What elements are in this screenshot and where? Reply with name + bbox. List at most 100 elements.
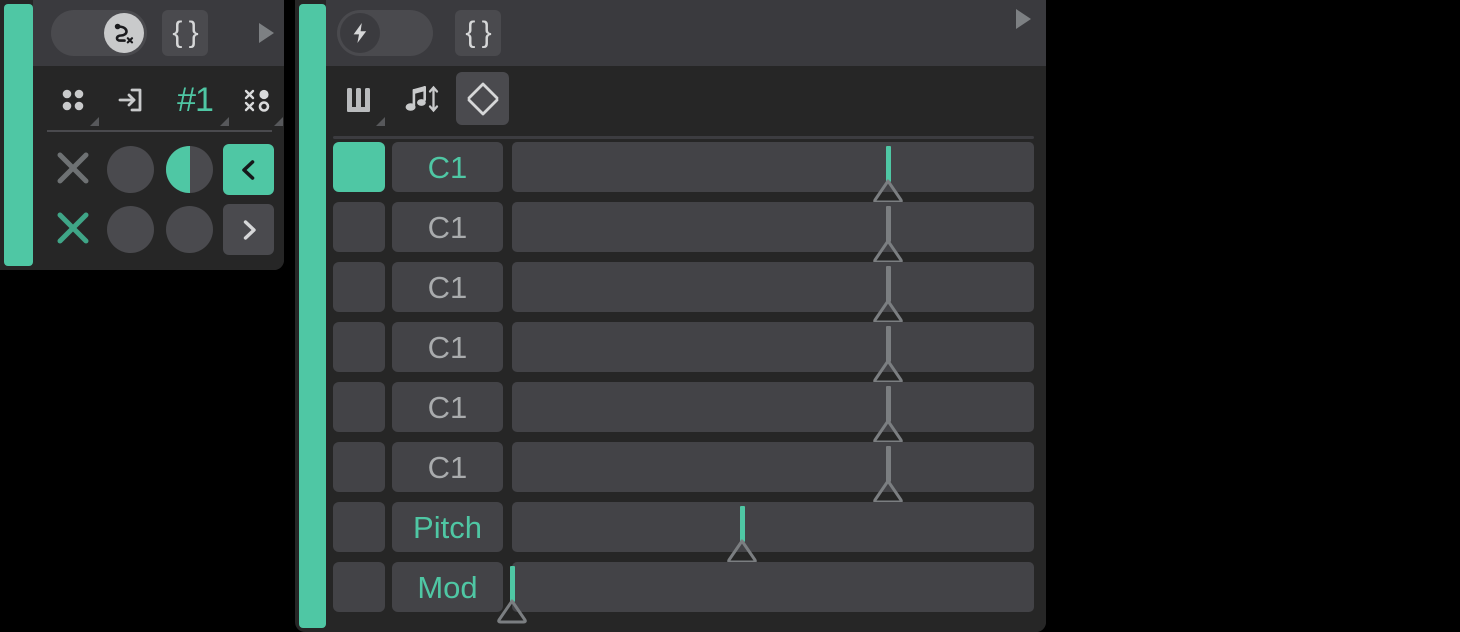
row-slider-track[interactable] [512,322,1034,384]
row-select-swatch[interactable] [333,202,385,252]
knob-empty-3[interactable] [166,206,213,253]
slider-stem [885,386,891,422]
toolbar-divider [47,130,272,132]
clear-x-button-2[interactable] [45,200,101,256]
menu-corner-triangle [90,117,99,126]
row-label[interactable]: C1 [392,262,503,312]
knob-half-filled[interactable] [166,146,213,193]
knob-empty-1[interactable] [107,146,154,193]
row-slider-handle[interactable] [871,442,905,504]
menu-corner-triangle [220,117,229,126]
app-root: { } #1 {} C1 C1 C1 C1 C1 C1 Pitch Mod [0,0,1460,632]
slider-triangle-icon [873,179,903,204]
matrix-row: C1 [326,202,1046,264]
slider-stem [510,566,515,602]
curly-braces-button-right[interactable]: { } [455,10,501,56]
route-off-icon [104,13,144,53]
row-slider-track[interactable] [512,442,1034,504]
curly-braces-button-left[interactable]: { } [162,10,208,56]
row-label[interactable]: Pitch [392,502,503,552]
row-slider-handle[interactable] [495,562,529,624]
row-slider-track[interactable] [512,262,1034,324]
curly-braces-icon: { } [465,16,491,49]
note-updown-button[interactable] [392,74,450,126]
note-updown-icon [405,85,439,113]
slider-triangle-icon [873,239,903,264]
slider-stem [885,326,891,362]
row-select-swatch[interactable] [333,442,385,492]
slider-stem [885,266,891,302]
matrix-row: Mod [326,562,1046,624]
channel-number-button[interactable]: #1 [163,74,229,126]
row-slider-handle[interactable] [871,322,905,384]
row-label[interactable]: C1 [392,322,503,372]
mod-matrix-toolbar [326,66,1046,132]
matrix-row: C1 [326,262,1046,324]
mixed-dots-cross-button[interactable] [231,74,283,126]
slider-triangle-icon [497,599,527,624]
knob-empty-2[interactable] [107,206,154,253]
routing-panel-header: { } [33,0,284,66]
row-slider-track[interactable] [512,142,1034,204]
chevron-left-icon [241,159,254,180]
menu-corner-triangle [376,117,385,126]
row-select-swatch[interactable] [333,382,385,432]
slider-stem [885,446,891,482]
row-slider-track[interactable] [512,382,1034,444]
routing-panel: { } #1 [0,0,284,270]
row-label[interactable]: C1 [392,142,503,192]
row-slider-handle[interactable] [871,262,905,324]
chevron-right-icon [243,219,256,240]
enter-arrow-button[interactable] [105,74,157,126]
lightning-bolt-icon [340,13,380,53]
row-slider-handle[interactable] [871,382,905,444]
row-slider-handle[interactable] [871,202,905,264]
menu-corner-triangle [274,117,283,126]
matrix-row: C1 [326,322,1046,384]
row-list-top-rule [333,136,1034,139]
row-select-swatch[interactable] [333,322,385,372]
row-slider-track[interactable] [497,562,1034,624]
row-slider-track[interactable] [512,502,1034,564]
panel-accent-rail [299,4,326,628]
mod-matrix-panel: { } C1 C1 C1 C1 C1 C1 Pitch Mod [295,0,1046,632]
play-triangle-icon-right[interactable] [1016,9,1031,29]
slider-triangle-icon [873,419,903,444]
slider-stem [739,506,745,542]
row-select-swatch[interactable] [333,502,385,552]
mod-matrix-row-list: C1 C1 C1 C1 C1 C1 Pitch Mod [326,132,1046,632]
matrix-row: C1 [326,142,1046,204]
row-slider-handle[interactable] [871,142,905,204]
slider-triangle-icon [873,359,903,384]
row-select-swatch[interactable] [333,562,385,612]
row-slider-handle[interactable] [725,502,759,564]
next-button[interactable] [223,204,274,255]
row-label[interactable]: Mod [392,562,503,612]
piano-keys-icon [347,88,370,112]
slider-triangle-icon [873,479,903,504]
play-triangle-icon-left[interactable] [259,23,274,43]
row-label[interactable]: C1 [392,382,503,432]
piano-keys-button[interactable] [333,74,387,126]
matrix-row: Pitch [326,502,1046,564]
row-select-swatch[interactable] [333,142,385,192]
row-slider-track[interactable] [512,202,1034,264]
slider-triangle-icon [726,539,757,564]
prev-button[interactable] [223,144,274,195]
row-label[interactable]: C1 [392,442,503,492]
chevron-updown-diamond-icon [467,82,498,115]
panel-accent-rail [4,4,33,266]
power-toggle[interactable] [337,10,433,56]
row-label[interactable]: C1 [392,202,503,252]
routing-toggle[interactable] [51,10,147,56]
row-select-swatch[interactable] [333,262,385,312]
grid-dots-button[interactable] [47,74,99,126]
channel-number-label: #1 [177,80,214,119]
slider-stem [885,206,891,242]
chevron-updown-diamond-button[interactable] [456,72,509,125]
mod-matrix-header: { } [326,0,1046,66]
matrix-row: C1 [326,382,1046,444]
slider-stem [885,146,891,182]
routing-panel-body: #1 [33,66,284,270]
clear-x-button-1[interactable] [45,140,101,196]
